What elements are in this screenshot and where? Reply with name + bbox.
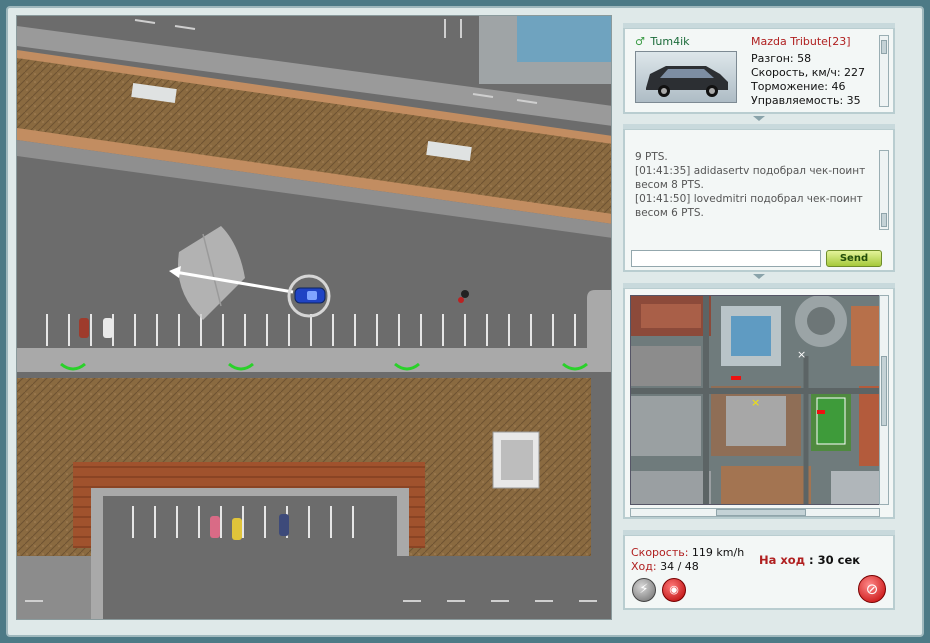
pedestrian	[461, 290, 469, 298]
parked-car	[79, 318, 89, 338]
signal-icon[interactable]: ◉	[662, 578, 686, 602]
car-info-panel: ♂ Tum4ik Mazda Tribute[23] Разгон: 58 Ск…	[623, 23, 895, 121]
chat-panel: 9 PTS. [01:41:35] adidasertv подобрал че…	[623, 124, 895, 279]
stat-acceleration: Разгон: 58	[751, 52, 812, 65]
svg-text:×: ×	[797, 348, 806, 361]
sidewalk	[17, 348, 611, 372]
car-photo	[635, 51, 737, 103]
parked-car	[279, 514, 289, 536]
chat-scrollbar[interactable]	[879, 150, 889, 230]
minimap-hscroll[interactable]	[630, 508, 880, 517]
car-stats: Разгон: 58 Скорость, км/ч: 227 Торможени…	[751, 52, 865, 108]
chat-message: [01:41:50] lovedmitri подобрал чек-поинт…	[635, 193, 863, 219]
chat-message: [01:41:35] adidasertv подобрал чек-поинт…	[635, 165, 866, 191]
move-counter: Ход: 34 / 48	[631, 560, 699, 573]
status-panel: Скорость: 119 km/h Ход: 34 / 48 На ход :…	[623, 530, 895, 610]
turn-timer: На ход : 30 сек	[759, 553, 861, 567]
parked-car	[210, 516, 220, 538]
speed-readout: Скорость: 119 km/h	[631, 546, 745, 559]
player-name[interactable]: ♂ Tum4ik	[635, 35, 690, 48]
lightning-icon[interactable]: ⚡	[632, 578, 656, 602]
stat-handling: Управляемость: 35	[751, 94, 861, 107]
chat-message: 9 PTS.	[635, 151, 668, 163]
car-info-scrollbar[interactable]	[879, 35, 889, 107]
car-model: Mazda Tribute[23]	[751, 35, 851, 48]
chat-input[interactable]	[631, 250, 821, 267]
stop-icon[interactable]: ⊘	[858, 575, 886, 603]
stat-braking: Торможение: 46	[751, 80, 846, 93]
collapse-arrow[interactable]	[753, 116, 765, 121]
user-icon: ♂	[635, 35, 645, 48]
minimap-panel: × ×	[623, 283, 895, 519]
collapse-arrow[interactable]	[753, 274, 765, 279]
svg-text:×: ×	[751, 396, 760, 409]
chat-log: 9 PTS. [01:41:35] adidasertv подобрал че…	[635, 150, 875, 220]
minimap-vscroll[interactable]	[879, 295, 889, 505]
game-map[interactable]	[16, 15, 612, 620]
parked-car	[103, 318, 113, 338]
stat-speed: Скорость, км/ч: 227	[751, 66, 866, 79]
minimap[interactable]: × ×	[630, 295, 882, 505]
send-button[interactable]: Send	[826, 250, 882, 267]
parked-car	[232, 518, 242, 540]
track-scene	[17, 16, 611, 619]
